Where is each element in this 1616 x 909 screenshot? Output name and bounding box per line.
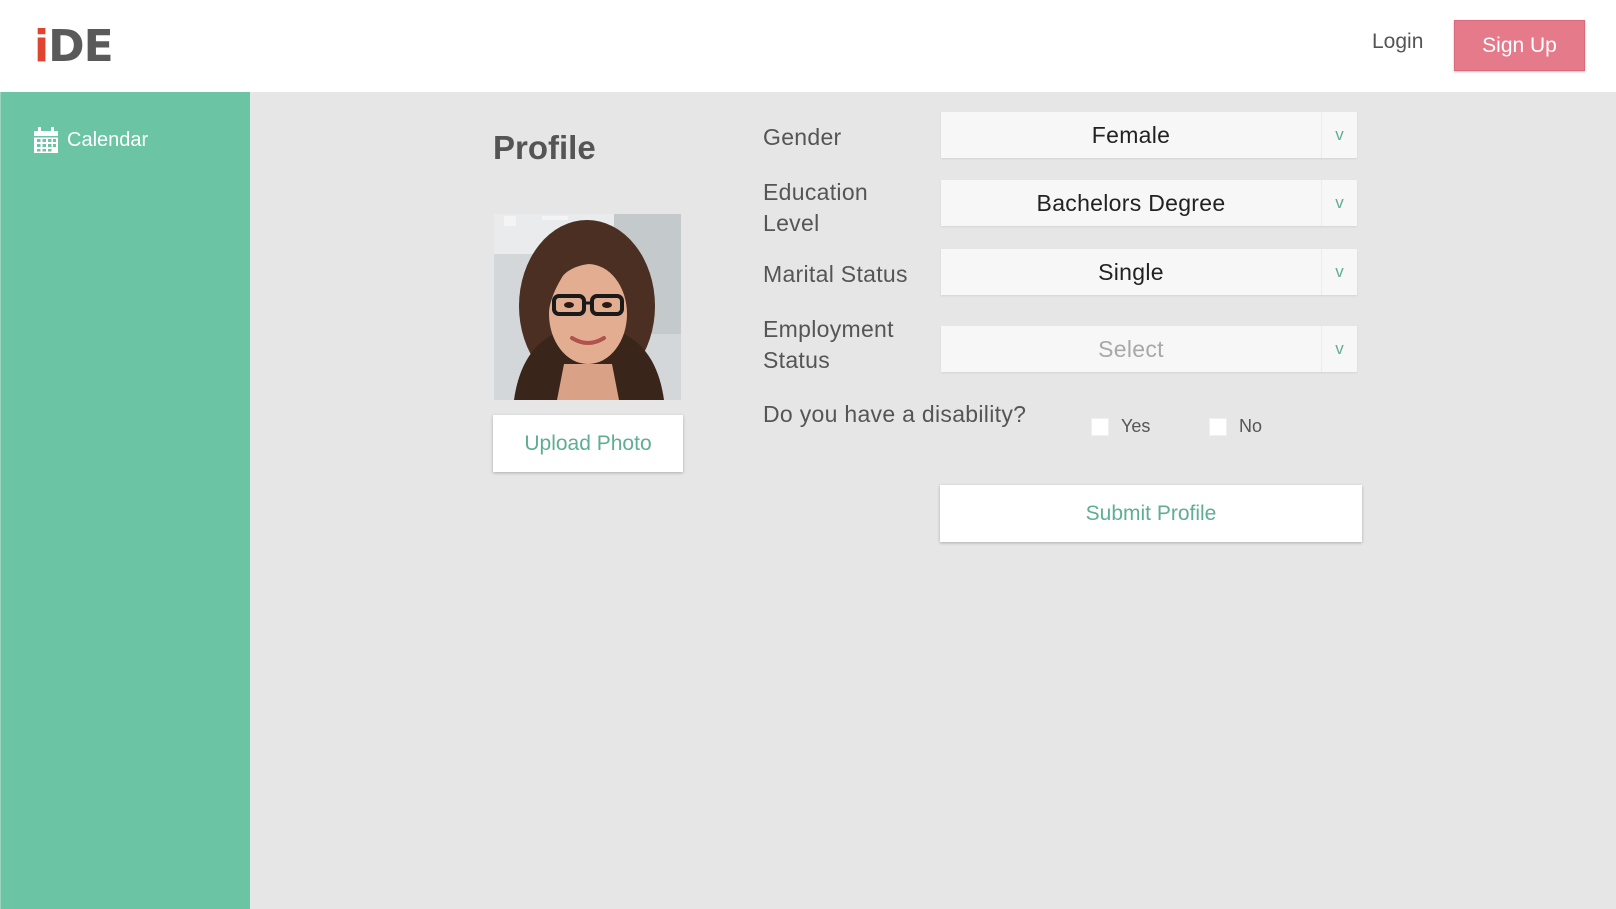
chevron-down-icon: v <box>1321 112 1357 158</box>
gender-value: Female <box>1091 121 1171 148</box>
disability-no-checkbox[interactable]: No <box>1209 416 1262 437</box>
signup-button[interactable]: Sign Up <box>1454 20 1585 71</box>
education-value: Bachelors Degree <box>1036 189 1226 216</box>
gender-label: Gender <box>763 124 842 150</box>
employment-label: Employment Status <box>763 314 894 376</box>
education-label: Education Level <box>763 177 868 239</box>
marital-value: Single <box>1098 258 1164 285</box>
sidebar: Calendar <box>0 92 250 909</box>
education-label-line1: Education <box>763 179 868 205</box>
submit-profile-button[interactable]: Submit Profile <box>940 485 1362 542</box>
disability-yes-checkbox[interactable]: Yes <box>1091 416 1150 437</box>
chevron-down-icon: v <box>1321 249 1357 295</box>
marital-select[interactable]: Single v <box>941 249 1357 295</box>
employment-label-line1: Employment <box>763 316 894 342</box>
education-label-line2: Level <box>763 210 820 236</box>
checkbox-label-yes: Yes <box>1121 416 1151 436</box>
top-bar: i DE Login Sign Up <box>0 0 1616 92</box>
chevron-down-icon: v <box>1321 326 1357 372</box>
checkbox-box[interactable] <box>1209 417 1227 436</box>
login-link[interactable]: Login <box>1372 30 1423 54</box>
employment-label-line2: Status <box>763 347 831 373</box>
checkbox-label-no: No <box>1239 416 1263 436</box>
gender-select[interactable]: Female v <box>941 112 1357 158</box>
sidebar-item-calendar[interactable]: Calendar <box>33 126 148 154</box>
logo-i-letter: i <box>34 21 49 72</box>
upload-photo-button[interactable]: Upload Photo <box>493 415 683 472</box>
calendar-icon <box>34 127 58 153</box>
main-content: Profile Upload Photo Gender Female v Edu… <box>250 92 1616 909</box>
ide-logo[interactable]: i DE <box>34 21 114 72</box>
logo-de-letters: DE <box>48 21 114 72</box>
page-title: Profile <box>493 129 596 166</box>
disability-question: Do you have a disability? <box>763 401 1027 427</box>
chevron-down-icon: v <box>1321 180 1357 226</box>
sidebar-item-label: Calendar <box>67 128 149 151</box>
profile-photo <box>494 214 681 400</box>
employment-select[interactable]: Select v <box>941 326 1357 372</box>
employment-placeholder: Select <box>1098 335 1164 362</box>
education-select[interactable]: Bachelors Degree v <box>941 180 1357 226</box>
checkbox-box[interactable] <box>1091 417 1109 436</box>
marital-label: Marital Status <box>763 261 908 287</box>
